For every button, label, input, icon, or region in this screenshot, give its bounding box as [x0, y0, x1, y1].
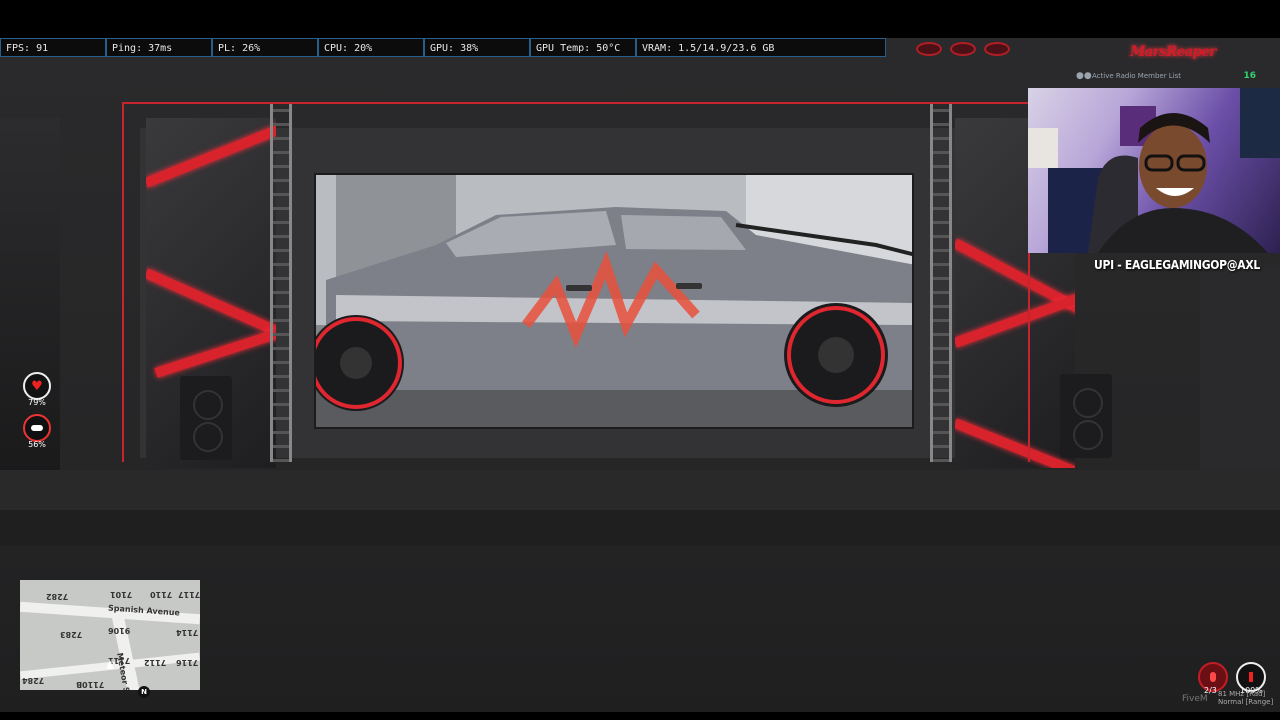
health-status: ♥ 79%	[20, 372, 54, 407]
ping-readout: Ping: 37ms	[106, 38, 212, 57]
postal-label: 7284	[22, 676, 45, 685]
radio-frequency: 81 MHz [Rad]	[1218, 690, 1266, 698]
armor-status: 56%	[20, 414, 54, 449]
cpu-readout: CPU: 20%	[318, 38, 424, 57]
postal-label: 7110B	[76, 680, 105, 689]
radio-info: 81 MHz [Rad] Normal [Range]	[1218, 690, 1273, 706]
radio-list-label: Active Radio Member List	[1092, 72, 1182, 80]
health-value: 79%	[28, 398, 46, 407]
streamer-webcam	[1028, 88, 1280, 253]
hud-indicator-icon	[950, 42, 976, 56]
minimap: Spanish Avenue Meteor Street 7282 7101 7…	[20, 580, 200, 690]
performance-overlay: FPS: 91 Ping: 37ms PL: 26% CPU: 20% GPU:…	[0, 38, 886, 58]
radio-member-count: 16	[1243, 71, 1256, 81]
letterbox-bottom	[0, 712, 1280, 720]
fps-readout: FPS: 91	[0, 38, 106, 57]
armor-value: 56%	[28, 440, 46, 449]
player-arrow-icon	[106, 660, 114, 669]
stage-floor	[0, 510, 1280, 546]
compass-north: N	[138, 686, 150, 698]
radio-mode: Normal [Range]	[1218, 698, 1274, 706]
right-truss	[930, 104, 952, 462]
left-speaker	[180, 376, 232, 460]
postal-label: 7116	[176, 658, 199, 667]
health-ring: ♥	[23, 372, 51, 400]
postal-label: 7282	[46, 592, 69, 601]
postal-label: 9106	[108, 626, 131, 635]
users-icon: ●●	[1076, 71, 1092, 81]
postal-label: 7114	[176, 628, 199, 637]
webcam-feed	[1028, 88, 1280, 253]
radio-member-list[interactable]: ●●Active Radio Member List 16	[1076, 68, 1256, 84]
stage-video-screen	[314, 173, 914, 429]
postal-label: 7112	[144, 658, 167, 667]
right-speaker	[1060, 374, 1112, 458]
postal-label: 7101	[110, 590, 133, 599]
postal-label: 7117	[178, 590, 200, 599]
stream-upi-text: UPI - EAGLEGAMINGOP@AXL	[1094, 258, 1260, 272]
left-truss	[270, 104, 292, 462]
shield-icon	[31, 425, 43, 431]
hud-indicator-group	[916, 42, 1010, 56]
gpu-readout: GPU: 38%	[424, 38, 530, 57]
postal-label: 7283	[60, 630, 83, 639]
heart-icon: ♥	[31, 378, 43, 394]
fivem-watermark: FiveM	[1182, 694, 1208, 704]
truck-image	[316, 175, 912, 427]
armor-ring	[23, 414, 51, 442]
hud-indicator-icon	[984, 42, 1010, 56]
server-logo: MarsReaper	[1130, 44, 1217, 60]
hud-indicator-icon	[916, 42, 942, 56]
postal-label: 7110	[150, 590, 173, 599]
stage-step	[0, 470, 1280, 510]
vram-readout: VRAM: 1.5/14.9/23.6 GB	[636, 38, 886, 57]
gpu-temp-readout: GPU Temp: 50°C	[530, 38, 636, 57]
packet-loss-readout: PL: 26%	[212, 38, 318, 57]
